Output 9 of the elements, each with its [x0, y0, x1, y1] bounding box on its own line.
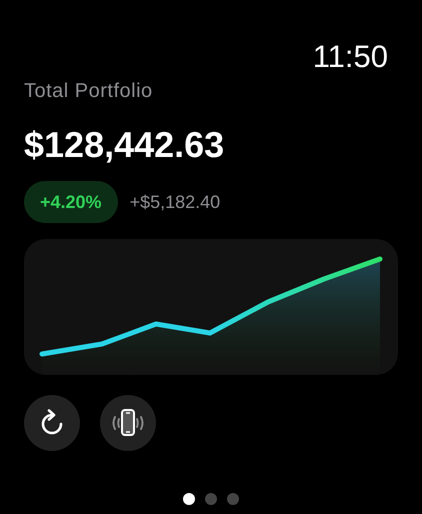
page-indicator-dot[interactable]	[205, 493, 217, 505]
percent-change-badge: +4.20%	[24, 181, 118, 223]
amount-change: +$5,182.40	[130, 192, 220, 212]
clock-time: 11:50	[312, 39, 388, 75]
portfolio-balance: $128,442.63	[24, 123, 226, 167]
page-indicator-dot[interactable]	[183, 493, 195, 505]
refresh-icon	[39, 409, 65, 437]
page-indicator-dot[interactable]	[227, 493, 239, 505]
portfolio-title: Total Portfolio	[24, 79, 154, 103]
